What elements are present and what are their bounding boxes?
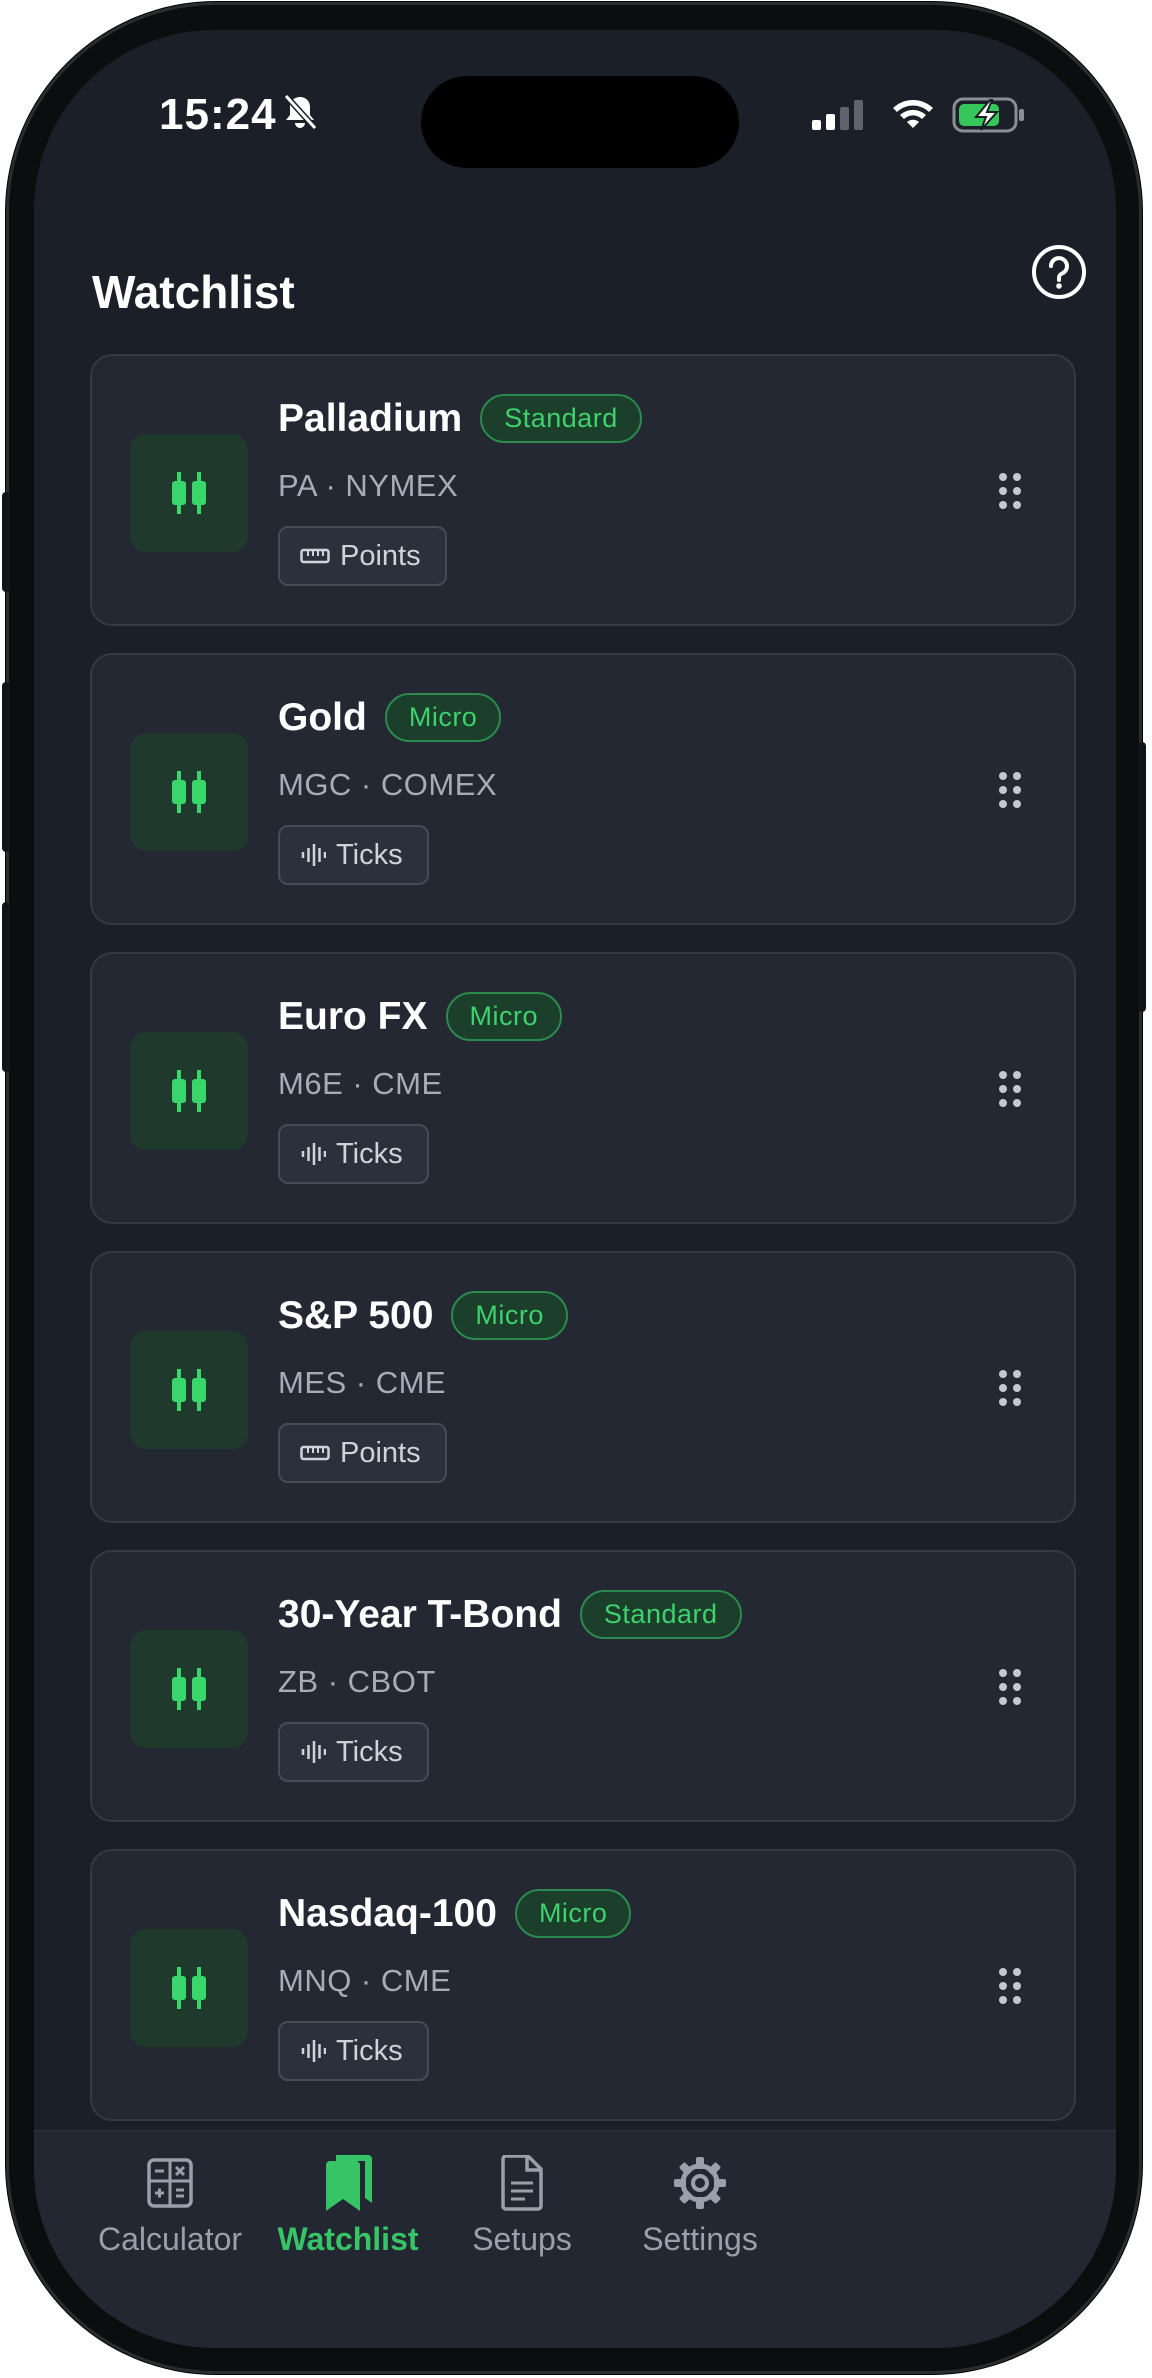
volume-down-button	[2, 902, 10, 1072]
tab-label: Settings	[642, 2221, 758, 2257]
symbol-exchange: MES · CME	[278, 1365, 447, 1400]
instrument-name: 30-Year T-Bond	[278, 1592, 562, 1636]
watchlist-card[interactable]: Gold Micro MGC · COMEX Ticks	[90, 653, 1076, 925]
dynamic-island	[421, 76, 739, 168]
candlestick-icon	[130, 1331, 248, 1449]
page-title: Watchlist	[92, 266, 295, 318]
unit-chip[interactable]: Ticks	[278, 825, 429, 885]
gear-icon	[570, 2153, 830, 2213]
battery-charging-icon	[952, 97, 1024, 133]
candlestick-icon	[130, 434, 248, 552]
unit-chip[interactable]: Ticks	[278, 1124, 429, 1184]
contract-size-badge: Micro	[445, 992, 563, 1041]
wifi-icon	[893, 100, 933, 128]
ticks-icon	[300, 2038, 326, 2064]
card-title-row: Palladium Standard	[278, 394, 642, 443]
symbol-exchange: ZB · CBOT	[278, 1664, 436, 1699]
instrument-name: Nasdaq-100	[278, 1891, 497, 1935]
power-button	[1138, 742, 1146, 1012]
unit-chip[interactable]: Points	[278, 1423, 447, 1483]
watchlist-card[interactable]: S&P 500 Micro MES · CME Points	[90, 1251, 1076, 1523]
unit-label: Ticks	[336, 2034, 403, 2067]
symbol-exchange: MNQ · CME	[278, 1963, 452, 1998]
unit-chip[interactable]: Ticks	[278, 2021, 429, 2081]
unit-label: Ticks	[336, 1137, 403, 1170]
instrument-name: Palladium	[278, 396, 463, 440]
unit-label: Ticks	[336, 1735, 403, 1768]
drag-handle-icon[interactable]	[998, 1668, 1022, 1711]
contract-size-badge: Micro	[451, 1291, 568, 1340]
drag-handle-icon[interactable]	[998, 1967, 1022, 2010]
unit-chip[interactable]: Points	[278, 526, 447, 586]
candlestick-icon	[130, 733, 248, 851]
drag-handle-icon[interactable]	[998, 1070, 1022, 1113]
card-title-row: S&P 500 Micro	[278, 1291, 568, 1340]
card-title-row: Gold Micro	[278, 693, 502, 742]
app-screen: 15:24 Watchlist Palladium Standard PA · …	[34, 30, 1116, 2348]
drag-handle-icon[interactable]	[998, 1369, 1022, 1412]
unit-label: Ticks	[336, 838, 403, 871]
phone-frame: 15:24 Watchlist Palladium Standard PA · …	[2, 2, 1146, 2374]
symbol-exchange: MGC · COMEX	[278, 767, 498, 802]
help-icon[interactable]	[1030, 243, 1088, 301]
symbol-exchange: M6E · CME	[278, 1066, 443, 1101]
unit-label: Points	[340, 539, 421, 572]
volume-up-button	[2, 682, 10, 852]
instrument-name: S&P 500	[278, 1293, 434, 1337]
symbol-exchange: PA · NYMEX	[278, 468, 459, 503]
contract-size-badge: Standard	[480, 394, 642, 443]
watchlist-card[interactable]: Euro FX Micro M6E · CME Ticks	[90, 952, 1076, 1224]
contract-size-badge: Micro	[384, 693, 502, 742]
card-title-row: Euro FX Micro	[278, 992, 563, 1041]
watchlist-card[interactable]: Palladium Standard PA · NYMEX Points	[90, 354, 1076, 626]
card-title-row: 30-Year T-Bond Standard	[278, 1590, 742, 1639]
contract-size-badge: Micro	[514, 1889, 632, 1938]
instrument-name: Euro FX	[278, 994, 428, 1038]
drag-handle-icon[interactable]	[998, 472, 1022, 515]
ticks-icon	[300, 1141, 326, 1167]
bell-muted-icon	[283, 93, 318, 131]
unit-chip[interactable]: Ticks	[278, 1722, 429, 1782]
drag-handle-icon[interactable]	[998, 771, 1022, 814]
contract-size-badge: Standard	[579, 1590, 742, 1639]
ruler-icon	[300, 1444, 330, 1462]
tab-settings[interactable]: Settings	[570, 2153, 830, 2258]
watchlist-card[interactable]: 30-Year T-Bond Standard ZB · CBOT Ticks	[90, 1550, 1076, 1822]
candlestick-icon	[130, 1630, 248, 1748]
status-time: 15:24	[159, 90, 277, 139]
signal-icon	[812, 100, 863, 130]
unit-label: Points	[340, 1436, 421, 1469]
candlestick-icon	[130, 1929, 248, 2047]
watchlist-card[interactable]: Nasdaq-100 Micro MNQ · CME Ticks	[90, 1849, 1076, 2121]
ticks-icon	[300, 842, 326, 868]
card-title-row: Nasdaq-100 Micro	[278, 1889, 632, 1938]
ruler-icon	[300, 547, 330, 565]
instrument-name: Gold	[278, 695, 367, 739]
mute-switch	[2, 492, 10, 592]
candlestick-icon	[130, 1032, 248, 1150]
ticks-icon	[300, 1739, 326, 1765]
tab-bar: Calculator Watchlist Setups Settings	[34, 2130, 1116, 2348]
